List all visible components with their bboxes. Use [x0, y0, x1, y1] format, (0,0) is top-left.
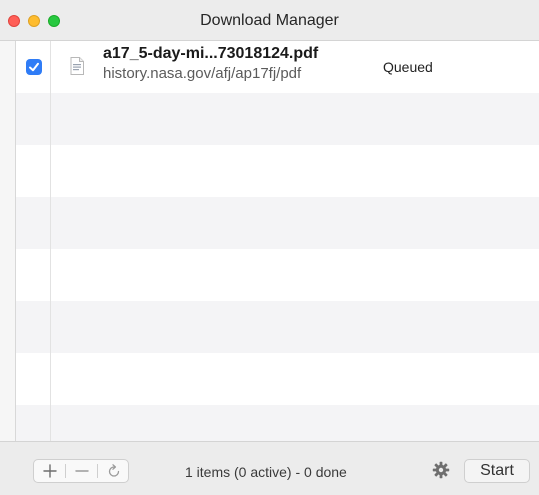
remove-download-button[interactable] [66, 460, 97, 482]
pdf-document-icon [70, 57, 84, 75]
window-title: Download Manager [200, 12, 339, 29]
download-row[interactable]: a17_5-day-mi...73018124.pdf history.nasa… [16, 41, 539, 93]
start-button[interactable]: Start [464, 459, 530, 483]
checkmark-icon [29, 62, 39, 72]
download-summary: 1 items (0 active) - 0 done [185, 464, 347, 480]
download-manager-window: Download Manager a17_5-day-mi...73018124… [0, 0, 539, 495]
download-checkbox[interactable] [26, 59, 42, 75]
refresh-icon [108, 464, 119, 477]
minus-icon [74, 470, 89, 472]
column-divider [50, 41, 51, 441]
gear-icon[interactable] [432, 461, 450, 479]
list-row-background [16, 249, 539, 301]
footer-toolbar: 1 items (0 active) - 0 done Start [0, 441, 539, 495]
download-list[interactable]: a17_5-day-mi...73018124.pdf history.nasa… [15, 41, 539, 441]
download-status: Queued [383, 59, 433, 75]
retry-download-button[interactable] [98, 460, 129, 482]
list-row-background [16, 405, 539, 441]
list-row-background [16, 353, 539, 405]
title-bar[interactable]: Download Manager [0, 0, 539, 41]
list-row-background [16, 197, 539, 249]
download-filename: a17_5-day-mi...73018124.pdf [103, 45, 319, 62]
list-row-background [16, 301, 539, 353]
list-row-background [16, 93, 539, 145]
list-row-background [16, 145, 539, 197]
list-actions-segmented-control [33, 459, 129, 483]
plus-icon [42, 464, 57, 478]
add-download-button[interactable] [34, 460, 65, 482]
download-url: history.nasa.gov/afj/ap17fj/pdf [103, 65, 302, 82]
